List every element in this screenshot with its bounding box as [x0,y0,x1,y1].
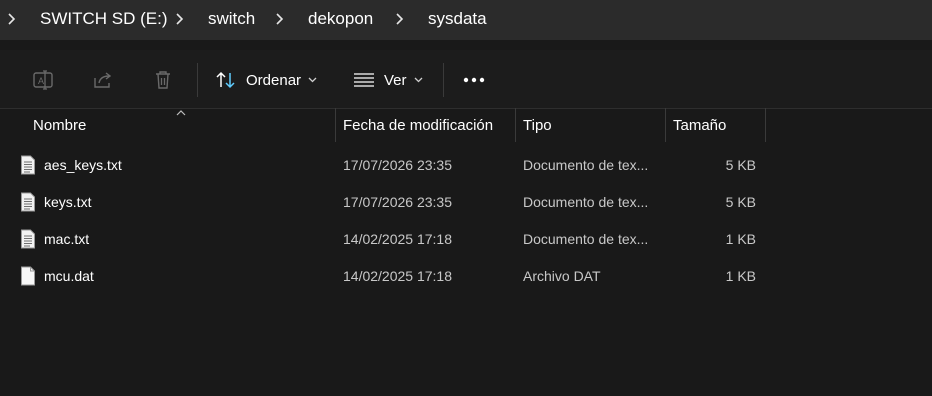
file-date: 17/07/2026 23:35 [343,157,452,173]
column-divider[interactable] [765,108,766,142]
sort-label: Ordenar [246,71,302,89]
breadcrumb-item-dekopon[interactable]: dekopon [308,9,373,29]
chevron-right-icon[interactable] [174,12,186,26]
sort-ascending-icon [176,110,186,116]
file-row[interactable]: mac.txt 14/02/2025 17:18 Documento de te… [0,221,932,257]
file-name: mac.txt [44,231,90,247]
file-name: mcu.dat [44,268,94,284]
text-file-icon [21,192,35,212]
text-file-icon [21,229,35,249]
file-row[interactable]: mcu.dat 14/02/2025 17:18 Archivo DAT 1 K… [0,258,932,294]
column-divider[interactable] [335,108,336,142]
file-size: 5 KB [725,157,756,173]
file-type: Documento de tex... [523,194,649,210]
file-name: aes_keys.txt [44,157,122,173]
trash-icon[interactable] [151,68,175,92]
column-header-type[interactable]: Tipo [523,108,552,142]
sort-button[interactable]: Ordenar [215,64,317,96]
chevron-right-icon[interactable] [6,12,18,26]
view-lines-icon [354,73,374,87]
file-name: keys.txt [44,194,92,210]
file-row[interactable]: aes_keys.txt 17/07/2026 23:35 Documento … [0,147,932,183]
chevron-right-icon[interactable] [274,12,286,26]
file-type: Archivo DAT [523,268,601,284]
file-date: 17/07/2026 23:35 [343,194,452,210]
column-header-name[interactable]: Nombre [33,108,86,142]
share-icon[interactable] [91,68,115,92]
column-header-date[interactable]: Fecha de modificación [343,108,493,142]
more-options-icon[interactable] [461,68,487,92]
breadcrumb-item-sysdata[interactable]: sysdata [428,9,487,29]
toolbar-divider [197,63,198,97]
file-type: Documento de tex... [523,157,649,173]
chevron-down-icon [414,77,422,83]
file-row[interactable]: keys.txt 17/07/2026 23:35 Documento de t… [0,184,932,220]
sort-arrows-icon [216,71,235,89]
svg-text:A: A [38,76,44,86]
column-divider[interactable] [515,108,516,142]
file-explorer-window: SWITCH SD (E:) switch dekopon sysdata A [0,0,932,396]
breadcrumb-item-drive[interactable]: SWITCH SD (E:) [40,9,168,29]
file-type: Documento de tex... [523,231,649,247]
file-date: 14/02/2025 17:18 [343,268,452,284]
command-bar: A Ordenar Ver [0,50,932,109]
text-file-icon [21,155,35,175]
view-label: Ver [384,71,407,89]
file-size: 1 KB [725,231,756,247]
toolbar-divider [443,63,444,97]
file-size: 5 KB [725,194,756,210]
breadcrumb-item-switch[interactable]: switch [208,9,255,29]
column-header-size[interactable]: Tamaño [673,108,726,142]
file-date: 14/02/2025 17:18 [343,231,452,247]
chevron-right-icon[interactable] [394,12,406,26]
chevron-down-icon [308,77,317,83]
breadcrumb: SWITCH SD (E:) switch dekopon sysdata [0,0,932,40]
view-button[interactable]: Ver [353,64,423,96]
blank-file-icon [21,266,35,286]
rename-icon[interactable]: A [31,68,55,92]
file-size: 1 KB [725,268,756,284]
column-divider[interactable] [665,108,666,142]
